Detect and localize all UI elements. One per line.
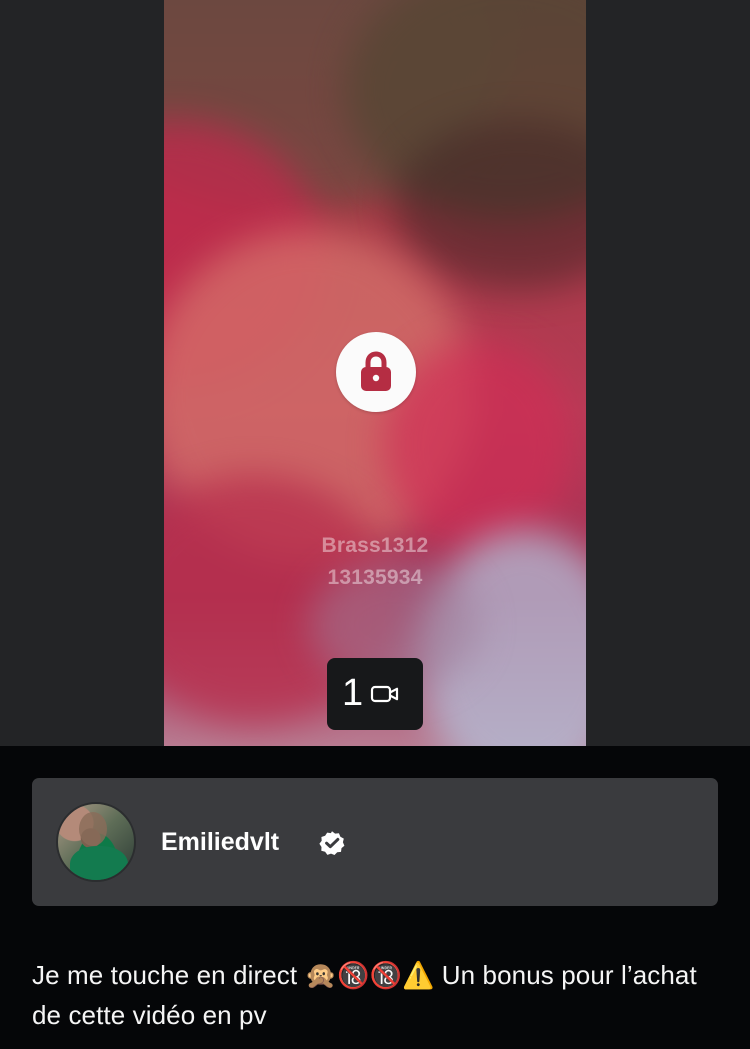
watermark-username: Brass1312 (321, 534, 429, 557)
lock-icon (361, 351, 391, 391)
creator-name[interactable]: Emiliedvlt (161, 827, 279, 857)
video-camera-icon (370, 685, 399, 703)
post-caption: Je me touche en direct 🙊🔞🔞⚠️ Un bonus po… (32, 960, 697, 1030)
unlock-button[interactable] (336, 332, 416, 412)
creator-avatar[interactable] (56, 802, 136, 882)
creator-card[interactable]: Emiliedvlt (32, 778, 718, 906)
verified-check-icon (319, 831, 345, 855)
media-count-badge[interactable]: 1 (327, 658, 423, 730)
media-count: 1 (342, 672, 364, 714)
app-screen: Brass1312 13135934 1 Emiliedvlt Je me to… (0, 0, 750, 1049)
media-area[interactable]: Brass1312 13135934 1 (0, 0, 750, 746)
watermark-id: 13135934 (327, 566, 423, 589)
